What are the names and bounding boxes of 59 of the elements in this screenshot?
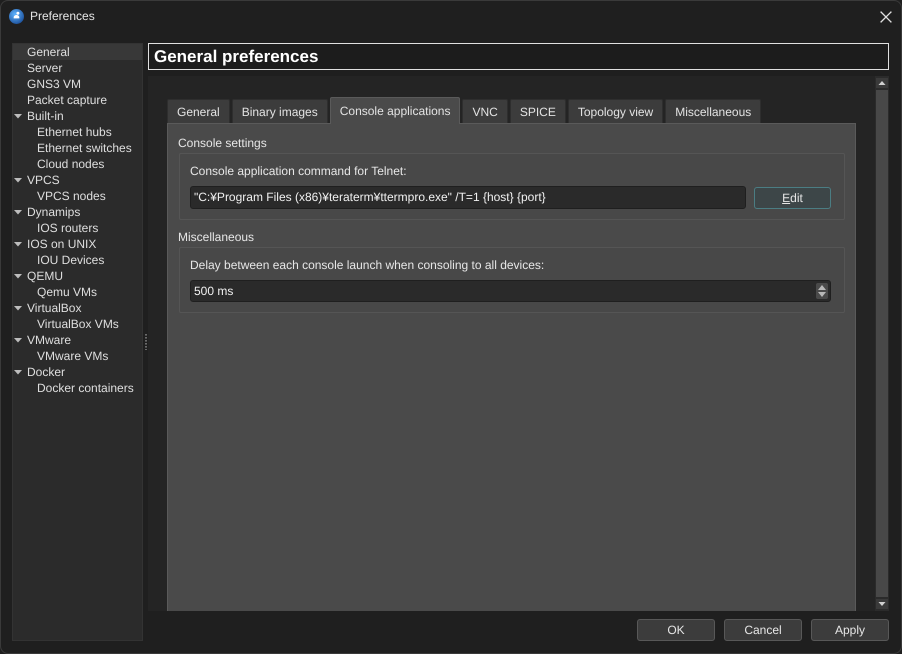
tab[interactable]: Binary images (232, 99, 328, 123)
caret-icon[interactable] (14, 368, 22, 376)
scroll-up-icon[interactable] (876, 78, 888, 88)
caret-icon[interactable] (14, 112, 22, 120)
dialog-button[interactable]: Cancel (724, 619, 802, 641)
sidebar-item[interactable]: Packet capture (14, 92, 108, 108)
sidebar-item[interactable]: Qemu VMs (24, 284, 98, 300)
close-button[interactable] (880, 10, 892, 22)
sidebar-item[interactable]: VirtualBox (14, 300, 82, 316)
sidebar-item[interactable]: GNS3 VM (14, 76, 82, 92)
sidebar-item[interactable]: Docker containers (24, 380, 134, 396)
window-title: Preferences (30, 9, 95, 24)
page-title: General preferences (148, 43, 889, 70)
caret-icon[interactable] (14, 272, 22, 280)
caret-icon[interactable] (14, 336, 22, 344)
sidebar-item[interactable]: QEMU (14, 268, 63, 284)
spin-down-icon[interactable] (818, 292, 826, 297)
tab[interactable]: Console applications (330, 97, 460, 124)
sidebar-item[interactable]: Docker (14, 364, 66, 380)
sidebar-item[interactable]: VirtualBox VMs (24, 316, 119, 332)
caret-icon[interactable] (14, 176, 22, 184)
group-title: Miscellaneous (178, 230, 254, 245)
scrollbar-handle[interactable] (876, 90, 888, 597)
app-logo-icon (9, 9, 24, 24)
caret-icon[interactable] (14, 208, 22, 216)
splitter-handle-icon[interactable] (144, 334, 146, 350)
caret-icon[interactable] (14, 304, 22, 312)
sidebar-item[interactable]: VMware VMs (24, 348, 108, 364)
field-label: Delay between each console launch when consoling to all devices: (190, 258, 544, 273)
scroll-down-icon[interactable] (876, 599, 888, 609)
field-label: Console application command for Telnet: (190, 164, 407, 179)
sidebar-item[interactable]: General (13, 44, 142, 60)
sidebar-item[interactable]: Ethernet hubs (24, 124, 112, 140)
sidebar-item[interactable]: Cloud nodes (24, 156, 104, 172)
caret-icon[interactable] (14, 240, 22, 248)
sidebar-item[interactable]: IOS on UNIX (14, 236, 96, 252)
sidebar-item[interactable]: VPCS nodes (24, 188, 106, 204)
sidebar-item[interactable]: Ethernet switches (24, 140, 132, 156)
sidebar-item[interactable]: IOU Devices (24, 252, 104, 268)
spin-up-icon[interactable] (818, 285, 826, 290)
sidebar-item[interactable]: IOS routers (24, 220, 98, 236)
scrollbar-track[interactable] (875, 76, 889, 611)
edit-button[interactable]: Edit (754, 186, 831, 208)
sidebar-item[interactable]: Built-in (14, 108, 64, 124)
spin-box[interactable]: 500 ms (190, 280, 831, 302)
tab[interactable]: SPICE (510, 99, 566, 123)
dialog-button[interactable]: Apply (811, 619, 889, 641)
sidebar-item[interactable]: VPCS (14, 172, 60, 188)
sidebar-item[interactable]: VMware (14, 332, 72, 348)
close-icon (880, 10, 892, 22)
group-title: Console settings (178, 136, 267, 151)
tab[interactable]: General (167, 99, 230, 123)
dialog-button[interactable]: OK (637, 619, 715, 641)
tab[interactable]: Miscellaneous (665, 99, 762, 123)
command-field[interactable]: "C:¥Program Files (x86)¥teraterm¥ttermpro.exe" /T=1 {host} {port} (190, 186, 746, 209)
sidebar-item[interactable]: Server (14, 60, 62, 76)
tab[interactable]: Topology view (568, 99, 664, 123)
tab[interactable]: VNC (462, 99, 508, 123)
sidebar-item[interactable]: Dynamips (14, 204, 80, 220)
